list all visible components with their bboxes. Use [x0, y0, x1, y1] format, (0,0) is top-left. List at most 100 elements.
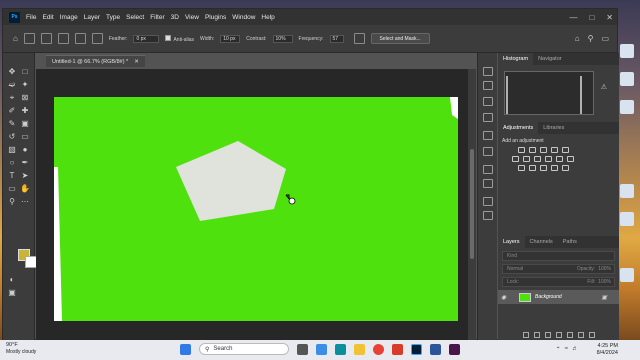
link-layers-icon[interactable]	[522, 332, 529, 338]
histogram-refresh-icon[interactable]: ⚠	[601, 83, 607, 91]
tab-histogram[interactable]: Histogram	[498, 53, 534, 65]
menu-3d[interactable]: 3D	[171, 14, 179, 21]
opacity-value[interactable]: 100%	[598, 266, 611, 272]
history-panel-icon[interactable]	[483, 67, 493, 76]
invert-icon[interactable]	[518, 165, 525, 171]
blend-mode-select[interactable]: Normal Opacity: 100%	[502, 264, 615, 274]
premiere-icon[interactable]	[449, 343, 460, 355]
magic-wand-tool-icon[interactable]: ✦	[20, 80, 30, 90]
menu-edit[interactable]: Edit	[42, 14, 53, 21]
lasso-tool-icon[interactable]: ➫	[7, 80, 17, 90]
dodge-tool-icon[interactable]: ○	[7, 158, 17, 168]
maximize-icon[interactable]: □	[589, 13, 594, 22]
antialias-checkbox[interactable]: Anti-alias	[165, 34, 194, 43]
character-panel-icon[interactable]	[483, 165, 493, 174]
home-icon[interactable]: ⌂	[13, 34, 18, 43]
workspace-icon[interactable]: ▭	[601, 34, 609, 43]
eraser-tool-icon[interactable]: ▭	[20, 132, 30, 142]
menu-view[interactable]: View	[185, 14, 199, 21]
history-brush-icon[interactable]: ↺	[7, 132, 17, 142]
pen-tool-icon[interactable]: ✒	[20, 158, 30, 168]
marquee-tool-icon[interactable]: □	[20, 67, 30, 77]
desktop-shortcut[interactable]	[616, 72, 638, 96]
color-lookup-icon[interactable]	[567, 156, 574, 162]
minimize-icon[interactable]: —	[569, 13, 577, 22]
threshold-icon[interactable]	[540, 165, 547, 171]
menu-type[interactable]: Type	[106, 14, 120, 21]
task-view-icon[interactable]	[297, 343, 308, 355]
layer-comps-icon[interactable]	[483, 211, 493, 220]
zoom-app-icon[interactable]	[316, 343, 327, 355]
brightness-icon[interactable]	[518, 147, 525, 153]
feather-input[interactable]: 0 px	[133, 34, 160, 43]
tab-channels[interactable]: Channels	[525, 236, 558, 248]
contrast-input[interactable]: 10%	[272, 34, 293, 43]
scrollbar-thumb[interactable]	[470, 149, 474, 259]
fill-value[interactable]: 100%	[598, 279, 611, 285]
exposure-icon[interactable]	[551, 147, 558, 153]
selective-color-icon[interactable]	[562, 165, 569, 171]
move-tool-icon[interactable]: ✥	[7, 67, 17, 77]
layer-filter-kind[interactable]: Kind	[502, 251, 615, 261]
file-explorer-icon[interactable]	[354, 343, 365, 355]
clone-panel-icon[interactable]	[483, 147, 493, 156]
menu-plugins[interactable]: Plugins	[205, 14, 226, 21]
play-panel-icon[interactable]	[483, 81, 493, 90]
close-tab-icon[interactable]: ✕	[134, 59, 139, 65]
screen-mode-icon[interactable]: ▣	[7, 288, 17, 298]
tool-preset-icon[interactable]	[23, 33, 35, 44]
photo-filter-icon[interactable]	[545, 156, 552, 162]
tab-paths[interactable]: Paths	[558, 236, 582, 248]
posterize-icon[interactable]	[529, 165, 536, 171]
desktop-shortcut[interactable]	[616, 44, 638, 68]
shape-tool-icon[interactable]: ▭	[7, 184, 17, 194]
document-tab[interactable]: Untitled-1 @ 66.7% (RGB/8#) * ✕	[46, 55, 145, 67]
crop-tool-icon[interactable]: ⌖	[7, 93, 17, 103]
wifi-icon[interactable]: ≈	[565, 346, 568, 353]
app-icon[interactable]	[392, 343, 403, 355]
volume-icon[interactable]: ♬	[572, 346, 578, 353]
add-selection-icon[interactable]	[57, 33, 69, 44]
add-mask-icon[interactable]	[544, 332, 551, 338]
layer-row[interactable]: ◉ Background ▣	[498, 290, 619, 304]
menu-help[interactable]: Help	[261, 14, 274, 21]
select-and-mask-button[interactable]: Select and Mask...	[370, 33, 430, 44]
close-icon[interactable]: ✕	[606, 13, 613, 22]
chevron-up-icon[interactable]: ⌃	[556, 346, 561, 353]
hand-tool-icon[interactable]: ✋	[20, 184, 30, 194]
frame-tool-icon[interactable]: ⊠	[20, 93, 30, 103]
vibrance-icon[interactable]	[562, 147, 569, 153]
adjustment-layer-icon[interactable]	[555, 332, 562, 338]
width-input[interactable]: 10 px	[220, 34, 241, 43]
visibility-eye-icon[interactable]: ◉	[501, 294, 511, 301]
levels-icon[interactable]	[529, 147, 536, 153]
weather-widget[interactable]: 90°F Mostly cloudy	[6, 342, 36, 356]
new-layer-icon[interactable]	[577, 332, 584, 338]
tab-layers[interactable]: Layers	[498, 236, 525, 248]
chrome-icon[interactable]	[373, 343, 384, 355]
layer-style-icon[interactable]	[533, 332, 540, 338]
stamp-tool-icon[interactable]: ▣	[20, 119, 30, 129]
paragraph-panel-icon[interactable]	[483, 179, 493, 188]
quick-mask-icon[interactable]: ◐	[7, 275, 17, 285]
photoshop-taskbar-icon[interactable]	[411, 343, 422, 355]
search-icon[interactable]: ⚲	[588, 34, 594, 43]
tab-libraries[interactable]: Libraries	[538, 122, 569, 134]
menu-image[interactable]: Image	[60, 14, 78, 21]
gradient-tool-icon[interactable]: ▧	[7, 145, 17, 155]
channel-mixer-icon[interactable]	[556, 156, 563, 162]
new-group-icon[interactable]	[566, 332, 573, 338]
type-tool-icon[interactable]: T	[7, 171, 17, 181]
properties-panel-icon[interactable]	[483, 113, 493, 122]
hue-saturation-icon[interactable]	[512, 156, 519, 162]
gradient-map-icon[interactable]	[551, 165, 558, 171]
desktop-shortcut[interactable]	[616, 184, 638, 208]
path-select-icon[interactable]: ➤	[20, 171, 30, 181]
search-box[interactable]: ⚲ Search	[199, 343, 289, 355]
glyphs-panel-icon[interactable]	[483, 197, 493, 206]
desktop-shortcut[interactable]	[616, 212, 638, 236]
color-balance-icon[interactable]	[523, 156, 530, 162]
zoom-tool-icon[interactable]: ⚲	[7, 197, 17, 207]
brush-panel-icon[interactable]	[483, 131, 493, 140]
menu-select[interactable]: Select	[126, 14, 144, 21]
